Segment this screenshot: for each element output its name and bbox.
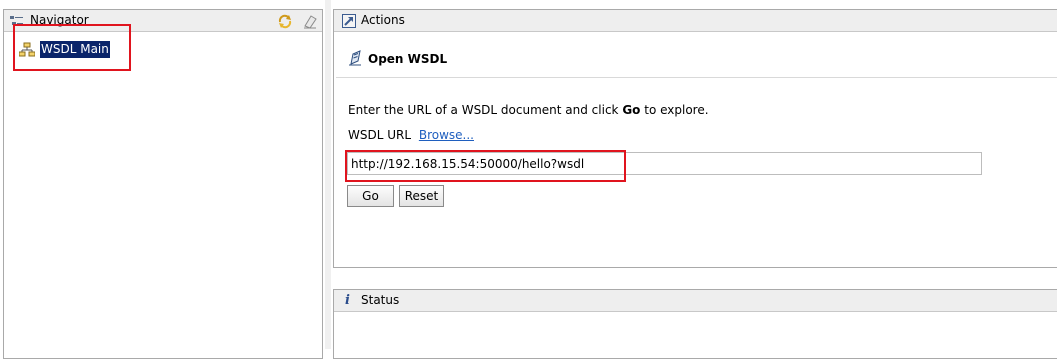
status-titlebar: i Status (334, 290, 1057, 312)
clear-icon[interactable] (302, 13, 318, 29)
reset-button[interactable]: Reset (399, 185, 444, 207)
refresh-icon[interactable] (277, 13, 293, 29)
actions-panel: Actions Open WSDL Enter the URL of a WSD… (333, 9, 1057, 268)
url-label-row: WSDL URL Browse... (348, 128, 474, 142)
highlight-box (345, 150, 626, 182)
actions-titlebar: Actions (334, 10, 1057, 32)
actions-icon (342, 14, 356, 28)
highlight-box (13, 24, 131, 71)
info-icon: i (345, 293, 350, 308)
navigator-tree: WSDL Main (4, 32, 322, 358)
instructions-before: Enter the URL of a WSDL document and cli… (348, 103, 619, 117)
wsdl-url-label: WSDL URL (348, 128, 412, 142)
instructions-text: Enter the URL of a WSDL document and cli… (348, 103, 709, 117)
status-title: Status (361, 293, 400, 307)
instructions-after: to explore. (644, 103, 709, 117)
open-wsdl-title: Open WSDL (368, 52, 448, 66)
panel-divider[interactable] (325, 0, 331, 349)
instructions-go: Go (622, 103, 641, 117)
go-button[interactable]: Go (347, 185, 394, 207)
actions-title: Actions (361, 13, 405, 27)
open-wsdl-icon (348, 50, 364, 66)
browse-link[interactable]: Browse... (419, 128, 474, 142)
navigator-panel: Navigator WSDL Main (3, 9, 323, 359)
actions-separator (336, 77, 1057, 78)
